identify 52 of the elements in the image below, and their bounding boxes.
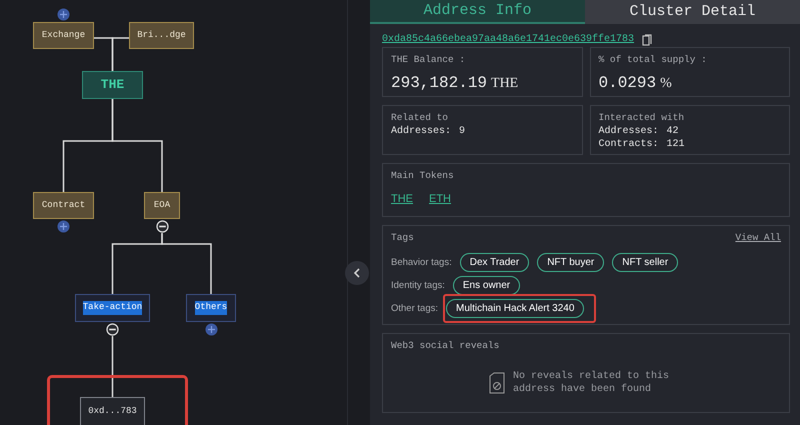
empty-message: No reveals related to this address have been found: [513, 370, 670, 396]
tag-group-label: Other tags:: [391, 302, 438, 316]
tag-group-label: Behavior tags:: [391, 256, 452, 270]
card-title: Main Tokens: [391, 169, 455, 183]
count-label: Addresses:: [391, 125, 452, 138]
card-title: Tags: [391, 231, 414, 245]
tag-group-label: Identity tags:: [391, 278, 445, 293]
token-link[interactable]: THE: [391, 191, 413, 208]
tag-chip[interactable]: Dex Trader: [460, 253, 530, 272]
copy-icon[interactable]: [642, 34, 652, 46]
collapse-panel-button[interactable]: [345, 261, 369, 285]
stat-unit: %: [660, 75, 672, 94]
address-link[interactable]: 0xda85c4a66ebea97aa48a6e1741ec0e639ffe1783: [382, 32, 634, 47]
count-label: Contracts:: [598, 138, 659, 152]
view-all-link[interactable]: View All: [735, 231, 781, 246]
stat-value: 293,182.19: [391, 73, 488, 94]
category-node[interactable]: EOA: [144, 192, 180, 219]
token-node[interactable]: THE: [82, 71, 143, 99]
stat-label: % of total supply :: [598, 53, 708, 67]
count-value: 121: [666, 138, 685, 152]
chevron-left-icon: [353, 268, 361, 278]
token-link[interactable]: ETH: [429, 191, 451, 208]
collapse-icon[interactable]: [156, 220, 168, 232]
tag-chip[interactable]: NFT seller: [612, 253, 678, 272]
category-node[interactable]: Contract: [33, 192, 94, 219]
group-node[interactable]: Others: [186, 294, 236, 322]
card-title: Interacted with: [598, 111, 686, 125]
card-title: Related to: [391, 111, 450, 125]
connector-line: [161, 233, 212, 294]
tag-chip[interactable]: NFT buyer: [537, 253, 604, 272]
connector-line: [112, 336, 114, 398]
category-node[interactable]: Bri...dge: [129, 22, 194, 49]
address-node[interactable]: 0xd...783: [80, 397, 145, 425]
stat-unit: THE: [491, 75, 518, 94]
count-value: 42: [666, 125, 679, 138]
count-value: 9: [459, 125, 466, 138]
category-node[interactable]: Exchange: [33, 22, 94, 49]
expand-icon[interactable]: [204, 322, 218, 336]
tab[interactable]: Cluster Detail: [585, 0, 800, 24]
empty-document-icon: [489, 372, 505, 394]
tab[interactable]: Address Info: [370, 0, 585, 24]
expand-icon[interactable]: [57, 8, 70, 20]
collapse-icon[interactable]: [106, 322, 119, 336]
expand-icon[interactable]: [57, 220, 70, 232]
group-node[interactable]: Take-action: [75, 294, 150, 322]
stat-label: THE Balance :: [391, 53, 466, 67]
tag-chip[interactable]: Ens owner: [452, 276, 520, 296]
tag-chip[interactable]: Multichain Hack Alert 3240: [446, 299, 584, 318]
stat-value: 0.0293: [598, 73, 656, 94]
count-label: Addresses:: [598, 125, 659, 138]
card-title: Web3 social reveals: [391, 339, 500, 354]
connector-line: [112, 37, 129, 71]
